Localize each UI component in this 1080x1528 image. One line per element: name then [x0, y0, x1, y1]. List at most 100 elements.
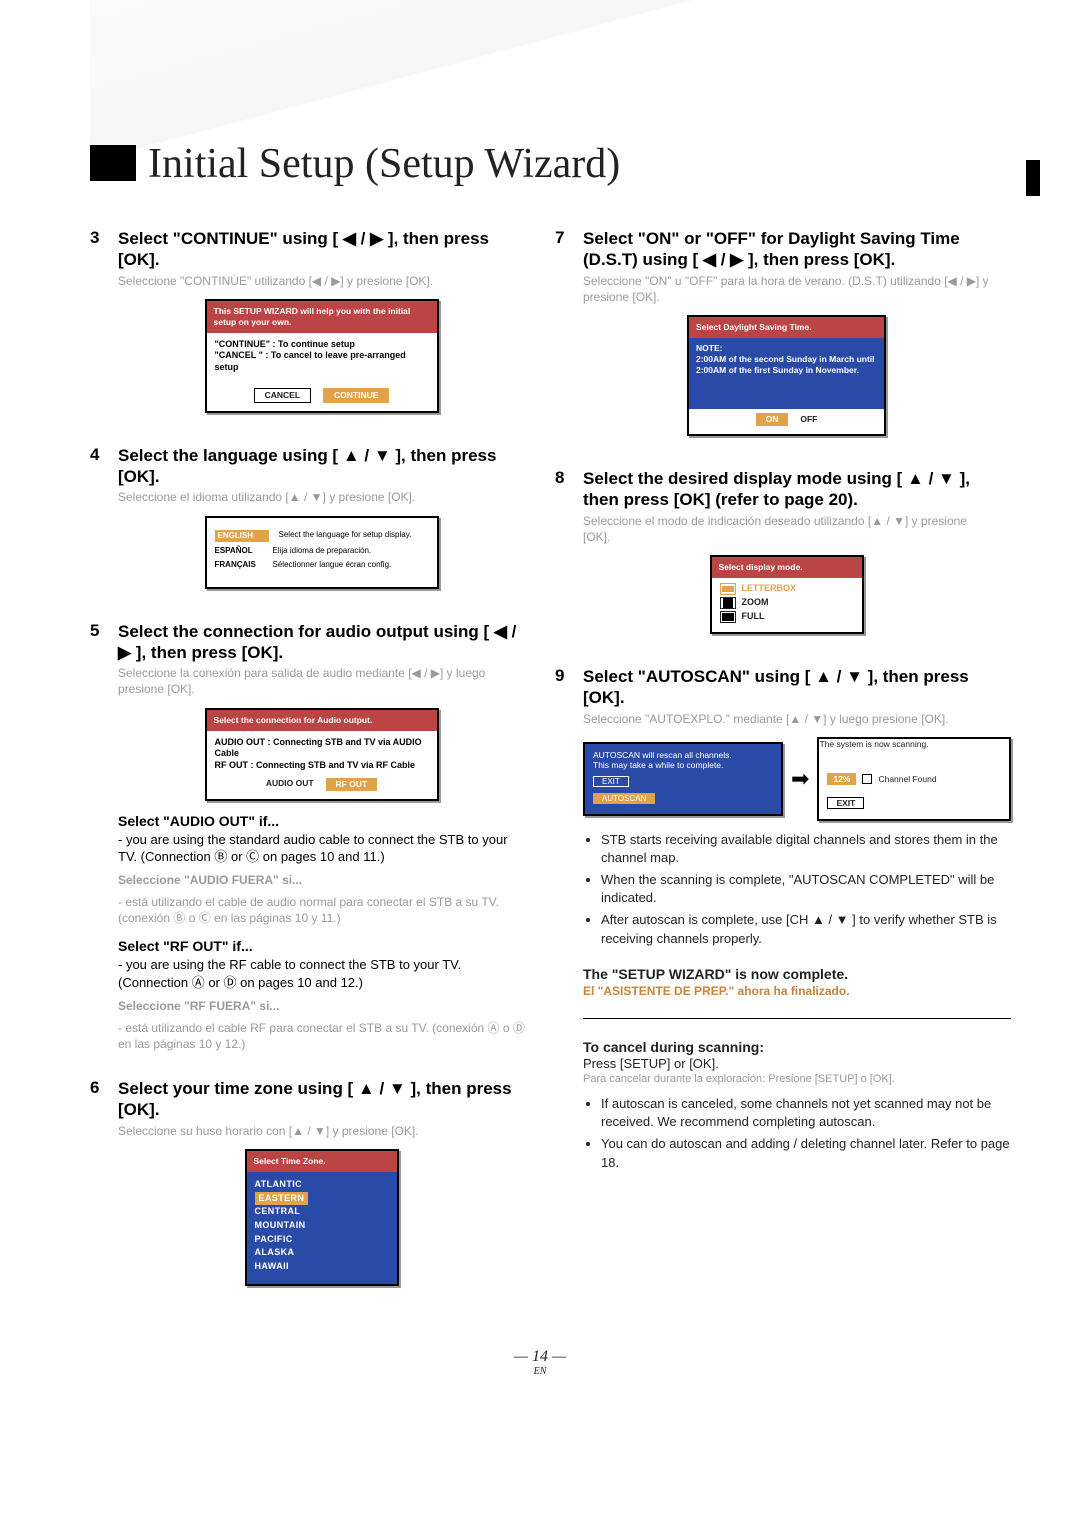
- autoscan-prompt-screen: AUTOSCAN will rescan all channels. This …: [583, 742, 783, 816]
- step-7: 7 Select "ON" or "OFF" for Daylight Savi…: [555, 228, 990, 442]
- wizard-complete-es: El "ASISTENTE DE PREP." ahora ha finaliz…: [583, 984, 1011, 998]
- note-label: NOTE:: [696, 343, 877, 354]
- lang-row-french[interactable]: FRANÇAIS Sélectionner langue écran confi…: [215, 558, 429, 572]
- setup-wizard-screen-continue: This SETUP WIZARD will help you with the…: [205, 299, 439, 413]
- autoscan-exit-button[interactable]: EXIT: [593, 776, 629, 787]
- rf-out-text: - you are using the RF cable to connect …: [118, 956, 525, 991]
- screen-title: Select Time Zone.: [247, 1151, 397, 1172]
- audio-out-es-heading: Seleccione "AUDIO FUERA" si...: [118, 873, 302, 887]
- left-column: 3 Select "CONTINUE" using [ ◀ / ▶ ], the…: [90, 228, 525, 1318]
- screen-title: Select the connection for Audio output.: [207, 710, 437, 731]
- step-7-heading: Select "ON" or "OFF" for Daylight Saving…: [583, 228, 990, 271]
- dst-off-label[interactable]: OFF: [800, 413, 817, 426]
- cancel-scan-body: Press [SETUP] or [OK].: [583, 1055, 1011, 1073]
- screen-title: Select display mode.: [712, 557, 862, 578]
- step-9: 9 Select "AUTOSCAN" using [ ▲ / ▼ ], the…: [555, 666, 990, 1182]
- step-6-subtext: Seleccione su huso horario con [▲ / ▼] y…: [118, 1123, 525, 1139]
- right-column: 7 Select "ON" or "OFF" for Daylight Savi…: [555, 228, 990, 1318]
- note-body: 2:00AM of the second Sunday in March unt…: [696, 354, 877, 376]
- step-8-number: 8: [555, 468, 573, 640]
- audio-out-screen: Select the connection for Audio output. …: [205, 708, 439, 801]
- step-5-subtext: Seleccione la conexión para salida de au…: [118, 665, 525, 697]
- list-item: After autoscan is complete, use [CH ▲ / …: [601, 911, 1011, 947]
- timezone-item[interactable]: PACIFIC: [255, 1233, 389, 1247]
- screen-line: AUDIO OUT : Connecting STB and TV via AU…: [215, 737, 429, 760]
- step-4-number: 4: [90, 445, 108, 595]
- screen-title: Select Daylight Saving Time.: [689, 317, 884, 338]
- timezone-item[interactable]: MOUNTAIN: [255, 1219, 389, 1233]
- lang-row-spanish[interactable]: ESPAÑOL Elija idioma de preparación.: [215, 544, 429, 558]
- timezone-item[interactable]: CENTRAL: [255, 1205, 389, 1219]
- step-6-heading: Select your time zone using [ ▲ / ▼ ], t…: [118, 1078, 525, 1121]
- timezone-item[interactable]: ALASKA: [255, 1246, 389, 1260]
- dst-on-button[interactable]: ON: [756, 413, 789, 426]
- page-edge-marker: [1026, 160, 1040, 196]
- screen-line: "CONTINUE" : To continue setup: [215, 339, 429, 351]
- list-item: If autoscan is canceled, some channels n…: [601, 1095, 1011, 1131]
- step-3-number: 3: [90, 228, 108, 419]
- step-5-heading: Select the connection for audio output u…: [118, 621, 525, 664]
- autoscan-screens: AUTOSCAN will rescan all channels. This …: [583, 737, 1011, 821]
- timezone-screen: Select Time Zone. ATLANTICEASTERNCENTRAL…: [245, 1149, 399, 1286]
- step-3-heading: Select "CONTINUE" using [ ◀ / ▶ ], then …: [118, 228, 525, 271]
- continue-button[interactable]: CONTINUE: [323, 388, 389, 403]
- step-7-number: 7: [555, 228, 573, 442]
- rf-out-button[interactable]: RF OUT: [326, 778, 378, 791]
- timezone-item[interactable]: ATLANTIC: [255, 1178, 389, 1192]
- letterbox-icon: [720, 583, 736, 595]
- full-icon: [720, 611, 736, 623]
- progress-indicator-icon: [862, 774, 872, 784]
- lang-row-english[interactable]: ENGLISH Select the language for setup di…: [215, 528, 429, 544]
- display-letterbox[interactable]: LETTERBOX: [718, 582, 856, 596]
- scan-exit-button[interactable]: EXIT: [827, 797, 864, 809]
- list-item: When the scanning is complete, "AUTOSCAN…: [601, 871, 1011, 907]
- timezone-item[interactable]: EASTERN: [255, 1192, 309, 1206]
- step-6-number: 6: [90, 1078, 108, 1292]
- audio-out-heading: Select "AUDIO OUT" if...: [118, 813, 525, 829]
- autoscan-notes: STB starts receiving available digital c…: [583, 831, 1011, 948]
- step-4-heading: Select the language using [ ▲ / ▼ ], the…: [118, 445, 525, 488]
- two-column-layout: 3 Select "CONTINUE" using [ ◀ / ▶ ], the…: [90, 228, 990, 1318]
- step-8: 8 Select the desired display mode using …: [555, 468, 990, 640]
- screen-title: The system is now scanning.: [819, 739, 1009, 749]
- cancel-bullets: If autoscan is canceled, some channels n…: [583, 1095, 1011, 1172]
- rf-out-es-heading: Seleccione "RF FUERA" si...: [118, 999, 279, 1013]
- step-4-subtext: Seleccione el idioma utilizando [▲ / ▼] …: [118, 489, 525, 505]
- step-5: 5 Select the connection for audio output…: [90, 621, 525, 1052]
- display-zoom[interactable]: ZOOM: [718, 596, 856, 610]
- step-3-subtext: Seleccione "CONTINÚE" utilizando [◀ / ▶]…: [118, 273, 525, 289]
- step-9-heading: Select "AUTOSCAN" using [ ▲ / ▼ ], then …: [583, 666, 1011, 709]
- display-mode-screen: Select display mode. LETTERBOX ZOOM: [710, 555, 864, 634]
- step-4: 4 Select the language using [ ▲ / ▼ ], t…: [90, 445, 525, 595]
- arrow-right-icon: ➡: [791, 766, 809, 792]
- screen-line: "CANCEL " : To cancel to leave pre-arran…: [215, 350, 429, 373]
- step-9-number: 9: [555, 666, 573, 1182]
- step-3: 3 Select "CONTINUE" using [ ◀ / ▶ ], the…: [90, 228, 525, 419]
- list-item: STB starts receiving available digital c…: [601, 831, 1011, 867]
- step-8-subtext: Seleccione el modo de indicación deseado…: [583, 513, 990, 545]
- timezone-item[interactable]: HAWAII: [255, 1260, 389, 1274]
- autoscan-line: This may take a while to complete.: [593, 760, 773, 770]
- dst-screen: Select Daylight Saving Time. NOTE: 2:00A…: [687, 315, 886, 436]
- autoscan-progress-screen: The system is now scanning. 12% Channel …: [817, 737, 1011, 821]
- screen-title: This SETUP WIZARD will help you with the…: [207, 301, 437, 333]
- page-number: — 14 — EN: [90, 1348, 990, 1377]
- screen-line: RF OUT : Connecting STB and TV via RF Ca…: [215, 760, 429, 772]
- cancel-scan-heading: To cancel during scanning:: [583, 1039, 1011, 1055]
- audio-out-es-text: - está utilizando el cable de audio norm…: [118, 894, 525, 926]
- cancel-button[interactable]: CANCEL: [254, 388, 311, 403]
- zoom-icon: [720, 597, 736, 609]
- step-5-number: 5: [90, 621, 108, 1052]
- page-title: Initial Setup (Setup Wizard): [90, 140, 990, 188]
- step-6: 6 Select your time zone using [ ▲ / ▼ ],…: [90, 1078, 525, 1292]
- rf-out-es-text: - está utilizando el cable RF para conec…: [118, 1020, 525, 1052]
- progress-percent: 12%: [827, 773, 856, 785]
- list-item: You can do autoscan and adding / deletin…: [601, 1135, 1011, 1171]
- wizard-complete: The "SETUP WIZARD" is now complete.: [583, 966, 1011, 982]
- display-full[interactable]: FULL: [718, 610, 856, 624]
- channel-found-label: Channel Found: [878, 774, 936, 784]
- autoscan-start-button[interactable]: AUTOSCAN: [593, 793, 655, 804]
- step-7-subtext: Seleccione "ON" u "OFF" para la hora de …: [583, 273, 990, 305]
- divider: [583, 1018, 1011, 1019]
- audio-out-label[interactable]: AUDIO OUT: [266, 778, 314, 791]
